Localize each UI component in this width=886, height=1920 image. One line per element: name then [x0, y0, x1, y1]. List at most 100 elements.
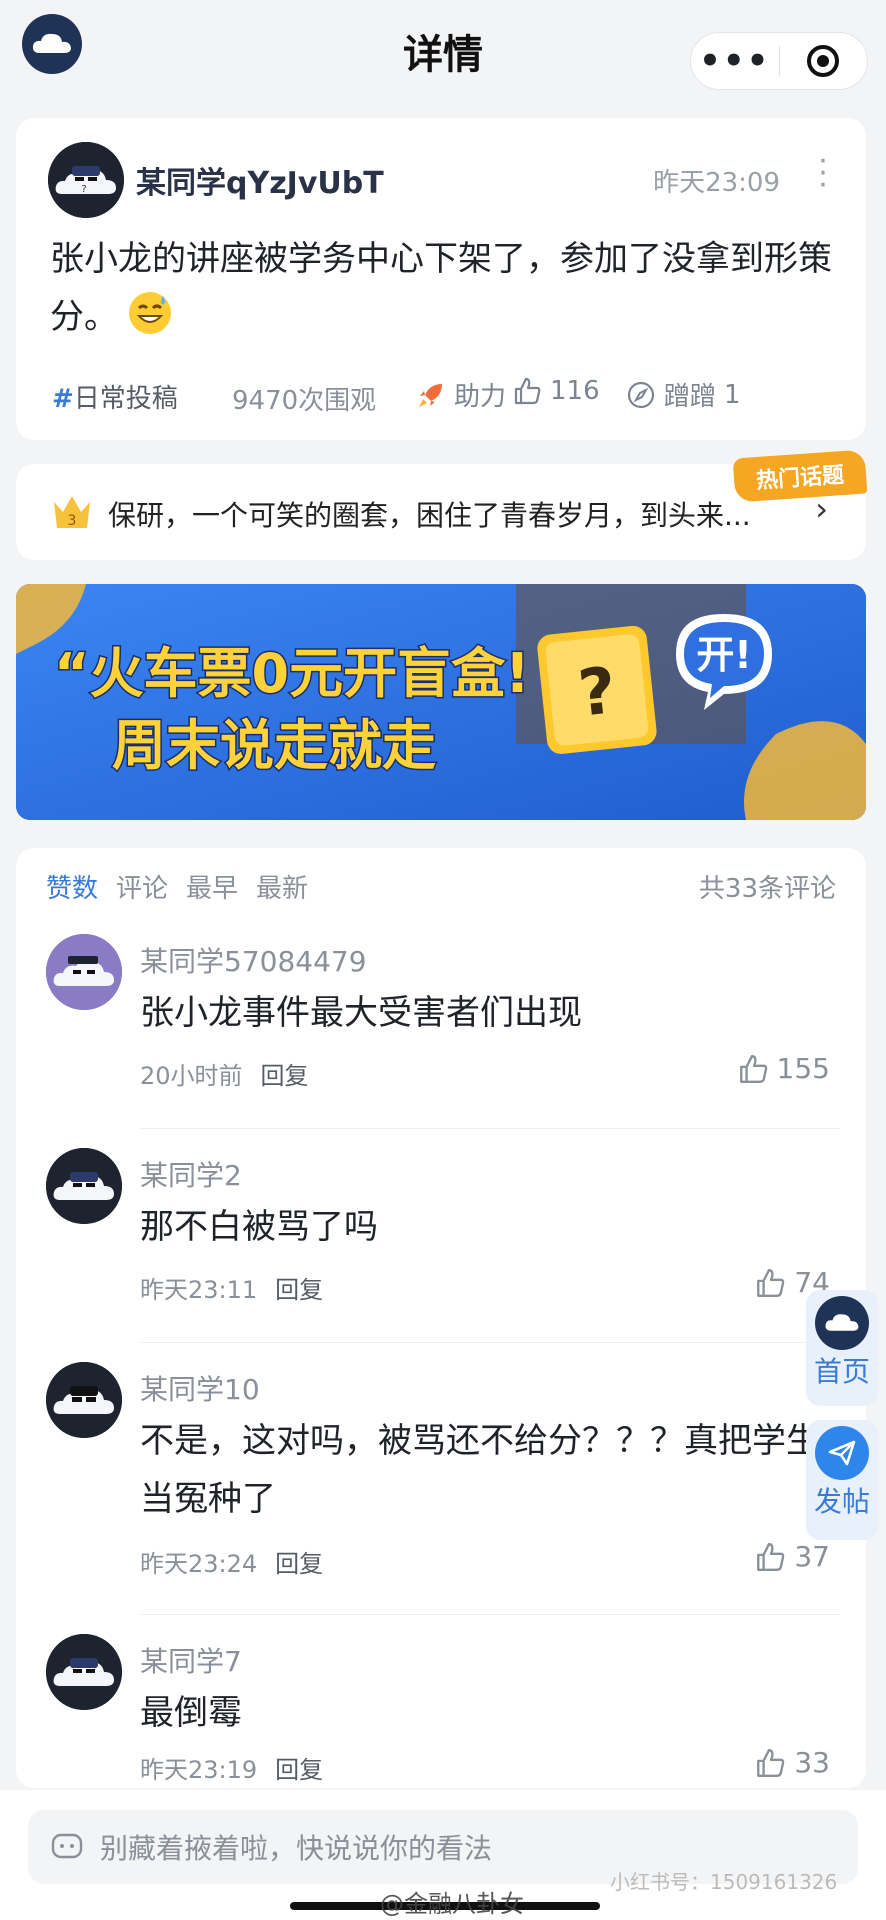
- hot-topic-badge: 热门话题: [732, 449, 868, 503]
- topic-tag[interactable]: #日常投稿: [52, 378, 178, 415]
- thumbs-up-icon: [757, 1542, 785, 1571]
- sort-tabs: 赞数 评论 最早 最新: [46, 868, 308, 905]
- comment-meta: 昨天23:19 回复: [140, 1750, 323, 1785]
- avatar[interactable]: [46, 1634, 122, 1710]
- comment-divider: [140, 1342, 840, 1343]
- hot-topic-card[interactable]: 3 保研，一个可笑的圈套，困住了青春岁月，到头来... › 热门话题: [16, 449, 868, 560]
- cengceng-count: 1: [724, 379, 741, 410]
- comment-like-count: 33: [794, 1746, 830, 1779]
- comment-item: 某同学57084479 张小龙事件最大受害者们出现 20小时前 回复 155: [16, 934, 866, 1114]
- post-content: 张小龙的讲座被学务中心下架了，参加了没拿到形策分。: [50, 230, 850, 346]
- thumbs-up-icon: [739, 1054, 767, 1083]
- comment-author[interactable]: 某同学2: [140, 1154, 242, 1194]
- more-dots-icon[interactable]: •••: [691, 41, 779, 81]
- like-button[interactable]: 116: [512, 376, 600, 406]
- comment-meta: 昨天23:11 回复: [140, 1270, 323, 1305]
- avatar[interactable]: [46, 1362, 122, 1438]
- hash-icon: #: [52, 384, 74, 414]
- reply-button[interactable]: 回复: [275, 1750, 323, 1785]
- post-card: ? 某同学qYzJvUbT 昨天23:09 · · · 张小龙的讲座被学务中心下架了…: [16, 118, 866, 440]
- banner-bubble-text: 开!: [696, 633, 751, 677]
- cloud-avatar-icon: ?: [48, 142, 124, 218]
- comments-card: 赞数 评论 最早 最新 共33条评论 某同学57084479 张小龙事件最大受害…: [16, 848, 866, 1788]
- reply-button[interactable]: 回复: [275, 1544, 323, 1579]
- comment-time: 昨天23:24: [140, 1550, 258, 1578]
- comment-author[interactable]: 某同学10: [140, 1368, 260, 1408]
- chat-bubble-icon: [51, 1833, 83, 1859]
- comment-time: 20小时前: [140, 1062, 243, 1090]
- tab-likes[interactable]: 赞数: [46, 868, 98, 905]
- comment-like-count: 37: [794, 1540, 830, 1573]
- comment-total: 共33条评论: [698, 874, 836, 904]
- comment-author[interactable]: 某同学57084479: [140, 940, 367, 980]
- comment-text: 张小龙事件最大受害者们出现: [140, 993, 582, 1033]
- post-menu-icon[interactable]: · · ·: [818, 147, 828, 201]
- mini-program-capsule: •••: [690, 32, 868, 90]
- boost-label: 助力: [454, 382, 507, 412]
- comment-author[interactable]: 某同学7: [140, 1640, 242, 1680]
- thumbs-up-icon: [757, 1748, 785, 1777]
- comment-divider: [140, 1128, 840, 1129]
- comment-item: 某同学2 那不白被骂了吗 昨天23:11 回复 74: [16, 1148, 866, 1328]
- send-icon: [815, 1426, 869, 1480]
- post-author[interactable]: 某同学qYzJvUbT: [136, 158, 384, 202]
- target-icon[interactable]: [780, 43, 868, 79]
- post-footer: #日常投稿 9470次围观 助力 116 蹭蹭 1: [52, 376, 842, 416]
- comment-divider: [140, 1614, 840, 1615]
- watermark: @金融八卦女: [380, 1890, 524, 1918]
- topic-rank: 3: [68, 513, 77, 529]
- comment-text: 不是，这对吗，被骂还不给分？？？真把学生当冤种了: [140, 1421, 820, 1519]
- comment-like-button[interactable]: 33: [754, 1746, 830, 1779]
- home-logo-icon: [815, 1296, 869, 1350]
- reply-button[interactable]: 回复: [275, 1270, 323, 1305]
- comment-meta: 昨天23:24 回复: [140, 1544, 323, 1579]
- post-label: 发帖: [813, 1485, 870, 1518]
- avatar[interactable]: [46, 1148, 122, 1224]
- post-time: 昨天23:09: [653, 168, 780, 198]
- tab-earliest[interactable]: 最早: [186, 868, 238, 905]
- comment-like-button[interactable]: 155: [737, 1052, 830, 1085]
- cengceng-label: 蹭蹭: [664, 382, 717, 412]
- compass-icon: [627, 381, 655, 408]
- post-float-button[interactable]: 发帖: [806, 1420, 878, 1540]
- comment-like-count: 155: [776, 1052, 830, 1085]
- comment-meta: 20小时前 回复: [140, 1056, 309, 1091]
- cloud-avatar-icon: [46, 934, 122, 1010]
- like-count: 116: [550, 376, 600, 406]
- cloud-avatar-icon: [46, 1634, 122, 1710]
- banner-headline-2: 周末说走就走: [112, 714, 436, 777]
- svg-text:?: ?: [81, 184, 86, 195]
- avatar[interactable]: ?: [48, 142, 124, 218]
- topic-tag-label: 日常投稿: [73, 384, 178, 414]
- comment-like-button[interactable]: 37: [754, 1540, 830, 1573]
- banner-graphic: ? 开! “火车票0元开盲盒! 周末说走就走: [16, 584, 866, 820]
- top-bar: 详情 •••: [0, 0, 886, 100]
- boost-button[interactable]: 助力: [416, 376, 506, 413]
- cengceng-button[interactable]: 蹭蹭 1: [626, 376, 741, 413]
- comment-item: 某同学7 最倒霉 昨天23:19 回复 33: [16, 1634, 866, 1784]
- tab-comments[interactable]: 评论: [116, 868, 168, 905]
- avatar[interactable]: [46, 934, 122, 1010]
- rocket-icon: [419, 383, 442, 407]
- comment-text: 最倒霉: [140, 1693, 242, 1733]
- watermark-id: 小红书号：1509161326: [610, 1870, 838, 1894]
- home-label: 首页: [813, 1355, 870, 1388]
- cloud-avatar-icon: [46, 1362, 122, 1438]
- banner-headline-1: “火车票0元开盲盒!: [54, 642, 530, 705]
- comment-text: 那不白被骂了吗: [140, 1207, 378, 1247]
- cloud-avatar-icon: [46, 1148, 122, 1224]
- comment-time: 昨天23:19: [140, 1756, 258, 1784]
- sweat-smile-emoji-icon: [128, 292, 171, 334]
- home-float-button[interactable]: 首页: [806, 1290, 878, 1406]
- thumbs-up-icon: [514, 377, 541, 405]
- reply-button[interactable]: 回复: [261, 1056, 309, 1091]
- comment-input-placeholder: 别藏着掖着啦，快说说你的看法: [100, 1832, 493, 1865]
- view-count: 9470次围观: [232, 386, 377, 416]
- comment-item: 某同学10 不是，这对吗，被骂还不给分？？？真把学生当冤种了 昨天23:24 回…: [16, 1362, 866, 1602]
- thumbs-up-icon: [757, 1268, 785, 1297]
- tab-latest[interactable]: 最新: [256, 868, 308, 905]
- promo-banner[interactable]: ? 开! “火车票0元开盲盒! 周末说走就走: [16, 584, 866, 820]
- comment-time: 昨天23:11: [140, 1276, 258, 1304]
- crown-rank-icon: 3: [50, 492, 94, 536]
- banner-mystery-mark: ?: [575, 654, 620, 731]
